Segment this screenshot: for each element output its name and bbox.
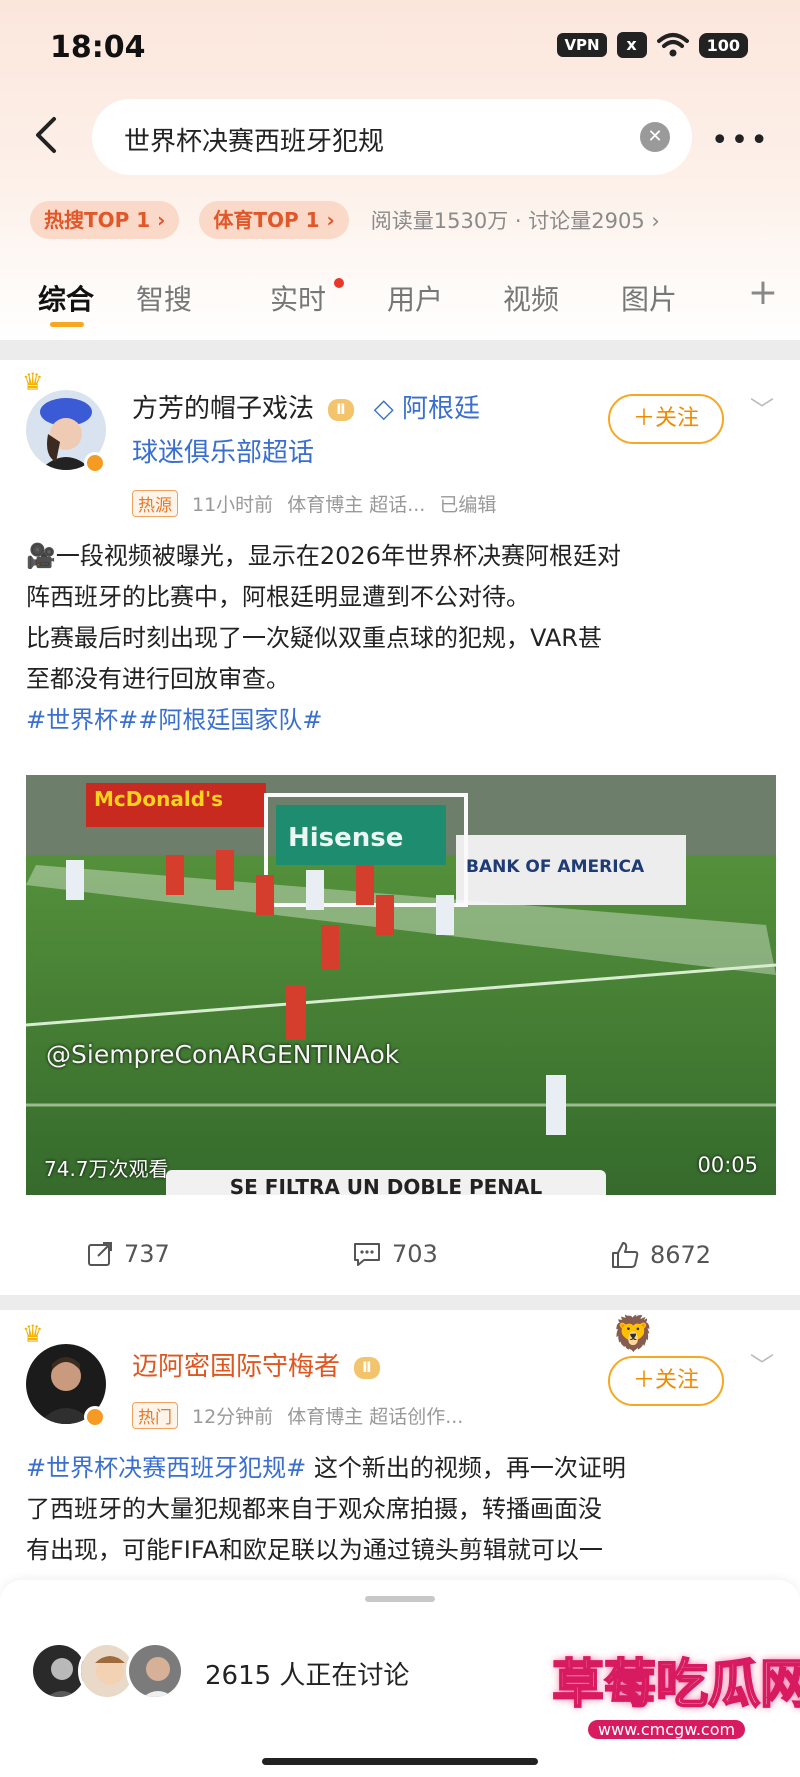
post-author-line: 迈阿密国际守梅者 Ⅱ (132, 1346, 380, 1383)
repost-count: 737 (124, 1240, 170, 1268)
video-view-count: 74.7万次观看 (44, 1157, 169, 1181)
logo-title: 草莓吃瓜网 (551, 1654, 800, 1716)
author-name[interactable]: 迈阿密国际守梅者 (132, 1352, 340, 1382)
level-badge-icon: Ⅱ (354, 1356, 380, 1379)
super-topic-name: 球迷俱乐部超话 (132, 438, 315, 468)
discussion-sheet[interactable]: 2615 人正在讨论 草莓吃瓜网 www.cmcgw.com (0, 1580, 800, 1777)
avatar (126, 1642, 184, 1700)
author-role: 体育博主 超话... (287, 494, 426, 516)
hashtag-links[interactable]: #世界杯##阿根廷国家队# (26, 700, 776, 741)
site-logo: 草莓吃瓜网 www.cmcgw.com (500, 1640, 800, 1777)
ad-board-text: McDonald's (94, 787, 224, 811)
battery-icon: 100 (698, 32, 748, 58)
video-caption: SE FILTRA UN DOBLE PENAL (166, 1170, 606, 1195)
post-text-line: 比赛最后时刻出现了一次疑似双重点球的犯规，VAR甚 (26, 624, 602, 652)
tab-users[interactable]: 用户 (387, 278, 443, 318)
active-tab-indicator (50, 322, 84, 327)
post-author-line: 方芳的帽子戏法 Ⅱ ◇ 阿根廷 (132, 388, 480, 425)
post-text-line: 阵西班牙的比赛中，阿根廷明显遭到不公对待。 (26, 583, 530, 611)
status-icons: VPN x 100 (557, 32, 748, 58)
back-button[interactable] (28, 113, 68, 157)
video-player[interactable]: McDonald's Hisense BANK OF AMERICA @Siem… (26, 775, 776, 1195)
level-badge-icon: Ⅱ (328, 398, 354, 421)
repost-icon (88, 1242, 112, 1266)
hot-source-tag: 热源 (132, 490, 178, 517)
post-text-line: 了西班牙的大量犯规都来自于观众席拍摄，转播画面没 (26, 1495, 602, 1523)
read-discuss-stats[interactable]: 阅读量1530万 · 讨论量2905 › (371, 205, 660, 235)
hashtag-link[interactable]: #世界杯决赛西班牙犯规# (26, 1454, 306, 1482)
add-tab-button[interactable]: + (748, 272, 778, 313)
chevron-down-icon[interactable]: ﹀ (750, 390, 774, 425)
thumbs-up-icon (612, 1242, 639, 1268)
tab-images[interactable]: 图片 (621, 278, 677, 318)
ad-board-text: BANK OF AMERICA (466, 857, 645, 877)
chevron-down-icon[interactable]: ﹀ (750, 1346, 774, 1381)
discussion-count: 2615 人正在讨论 (205, 1661, 410, 1691)
sports-top-chip[interactable]: 体育TOP 1 › (199, 201, 349, 239)
x-icon: x (616, 32, 647, 58)
like-count: 8672 (650, 1241, 712, 1269)
status-time: 18:04 (50, 30, 146, 65)
post-text-fragment: 这个新出的视频，再一次证明 (306, 1454, 626, 1482)
post-card: ♛ 方芳的帽子戏法 Ⅱ ◇ 阿根廷 球迷俱乐部超话 ＋关注 ﹀ 热源 11小时前… (0, 360, 800, 1295)
super-topic-link[interactable]: ◇ 阿根廷 (374, 394, 480, 424)
more-options-button[interactable]: ••• (711, 123, 770, 158)
clear-search-button[interactable]: ✕ (640, 122, 670, 152)
post-text-line: #世界杯决赛西班牙犯规# 这个新出的视频，再一次证明 (26, 1448, 776, 1489)
tab-smart-search[interactable]: 智搜 (136, 278, 192, 318)
post-time: 12分钟前 (192, 1406, 274, 1428)
more-horizontal-icon: ••• (710, 123, 770, 158)
comment-button[interactable]: 703 (352, 1240, 438, 1268)
close-icon: ✕ (647, 126, 663, 147)
verified-badge-icon (84, 452, 106, 474)
post-body: 🎥一段视频被曝光，显示在2026年世界杯决赛阿根廷对 阵西班牙的比赛中，阿根廷明… (26, 536, 776, 741)
search-input[interactable]: 世界杯决赛西班牙犯规 ✕ (92, 99, 692, 175)
chevron-left-icon (36, 117, 56, 153)
comment-count: 703 (392, 1240, 438, 1268)
wifi-icon (656, 33, 689, 57)
trend-chips-row: 热搜TOP 1 › 体育TOP 1 › 阅读量1530万 · 讨论量2905 › (0, 200, 800, 240)
author-name[interactable]: 方芳的帽子戏法 (132, 394, 314, 424)
ad-board-text: Hisense (288, 823, 404, 853)
comment-icon (354, 1243, 380, 1266)
verified-badge-icon (84, 1406, 106, 1428)
repost-button[interactable]: 737 (86, 1240, 170, 1268)
post-text-line: 🎥一段视频被曝光，显示在2026年世界杯决赛阿根廷对 (26, 542, 621, 570)
search-tabs: 综合 智搜 实时 用户 视频 图片 + (0, 270, 800, 330)
like-button[interactable]: 8672 (610, 1240, 711, 1270)
sheet-drag-handle[interactable] (365, 1596, 435, 1602)
post-text-line: 有出现，可能FIFA和欧足联以为通过镜头剪辑就可以一 (26, 1536, 603, 1564)
post-text-line: 至都没有进行回放审查。 (26, 665, 290, 693)
follow-button[interactable]: ＋关注 (608, 394, 724, 444)
edited-label: 已编辑 (439, 494, 497, 516)
author-role: 体育博主 超话创作... (287, 1406, 464, 1428)
video-watermark: @SiempreConARGENTINAok (46, 1040, 400, 1069)
search-bar-row: 世界杯决赛西班牙犯规 ✕ ••• (0, 95, 800, 175)
new-content-dot (334, 278, 344, 288)
tab-comprehensive[interactable]: 综合 (38, 278, 94, 318)
hot-search-chip[interactable]: 热搜TOP 1 › (30, 201, 180, 239)
video-duration: 00:05 (697, 1153, 758, 1177)
post-actions: 737 703 8672 (0, 1240, 800, 1280)
post-meta: 热门 12分钟前 体育博主 超话创作... (132, 1402, 463, 1429)
crown-icon: ♛ (22, 1320, 44, 1348)
post-body: #世界杯决赛西班牙犯规# 这个新出的视频，再一次证明 了西班牙的大量犯规都来自于… (26, 1448, 776, 1571)
crown-icon: ♛ (22, 368, 44, 396)
post-time: 11小时前 (192, 494, 274, 516)
logo-url: www.cmcgw.com (588, 1720, 746, 1739)
search-query-text: 世界杯决赛西班牙犯规 (124, 127, 385, 157)
hot-tag: 热门 (132, 1402, 178, 1429)
lion-decoration-icon: 🦁 (612, 1314, 655, 1354)
home-indicator[interactable] (262, 1758, 538, 1765)
status-bar: 18:04 VPN x 100 (0, 0, 800, 95)
follow-button[interactable]: ＋关注 (608, 1356, 724, 1406)
tab-videos[interactable]: 视频 (503, 278, 559, 318)
post-meta: 热源 11小时前 体育博主 超话... 已编辑 (132, 490, 496, 517)
vpn-icon: VPN (557, 33, 607, 57)
super-topic-line2[interactable]: 球迷俱乐部超话 (132, 432, 314, 469)
tab-realtime[interactable]: 实时 (270, 278, 326, 318)
